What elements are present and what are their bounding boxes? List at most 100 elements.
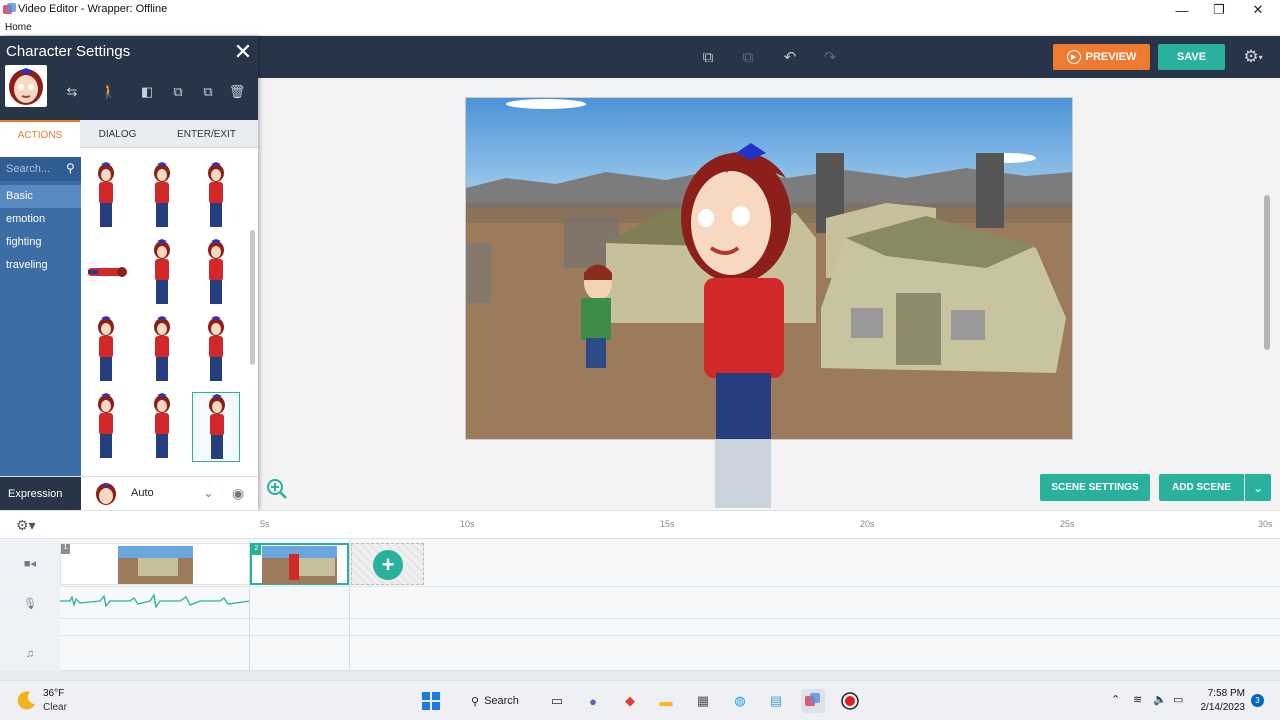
paste-icon[interactable]: ⧉ <box>198 82 218 102</box>
category-fighting[interactable]: fighting <box>0 231 81 254</box>
tab-dialog[interactable]: DIALOG <box>80 120 155 148</box>
tick-label: 5s <box>260 519 270 529</box>
clock-time[interactable]: 7:58 PM <box>1207 688 1245 699</box>
character-avatar[interactable] <box>5 65 47 107</box>
taskbar: 36°F Clear ⚲ Search ▭ ● ◆ ▬ ▦ ◍ ▤ ⌃ ≋ 🔈 … <box>0 680 1280 720</box>
delete-icon[interactable]: 🗑 <box>227 82 247 102</box>
pose-thumbnail[interactable] <box>192 161 240 231</box>
search-placeholder: Search... <box>6 163 51 175</box>
chat-icon[interactable]: ● <box>581 689 605 713</box>
category-basic[interactable]: Basic <box>0 185 81 208</box>
scene-settings-button[interactable]: SCENE SETTINGS <box>1040 474 1150 501</box>
scene-canvas <box>466 98 1072 439</box>
tab-enter-exit[interactable]: ENTER/EXIT <box>155 120 258 148</box>
app-icon[interactable]: ◆ <box>618 689 642 713</box>
tick-label: 30s <box>1258 519 1273 529</box>
pose-thumbnail[interactable] <box>138 238 186 308</box>
pose-thumbnail[interactable] <box>82 238 130 308</box>
scene-thumbnail <box>262 546 337 584</box>
scene-clip-2[interactable]: 2 <box>250 543 349 585</box>
chevron-up-icon[interactable]: ⌃ <box>1111 693 1120 706</box>
preview-button[interactable]: ▶ PREVIEW <box>1053 44 1150 70</box>
search-icon[interactable]: ⚲ <box>66 161 75 175</box>
panel-title: Character Settings <box>6 43 131 60</box>
redo-icon[interactable]: ↷ <box>819 46 841 68</box>
pose-thumbnail[interactable] <box>82 392 130 462</box>
timeline: ⚙▾ 5s 10s 15s 20s 25s 30s ■◂ 1 2 + 🎙 ♫ <box>0 510 1280 681</box>
stage-scrollbar[interactable] <box>1264 195 1270 350</box>
notification-badge[interactable]: 3 <box>1251 694 1264 707</box>
expression-select[interactable]: Auto <box>131 487 154 499</box>
paste-icon[interactable]: ⧉ <box>737 46 759 68</box>
weather-temperature: 36°F <box>43 688 65 699</box>
eye-icon[interactable]: ◉ <box>232 485 244 502</box>
scene-divider <box>249 540 250 671</box>
undo-icon[interactable]: ↶ <box>779 46 801 68</box>
search-icon: ⚲ <box>471 695 480 708</box>
menu-home[interactable]: Home <box>5 22 32 33</box>
tick-label: 20s <box>860 519 875 529</box>
pose-thumbnail[interactable] <box>192 315 240 385</box>
offstage-character-legs <box>715 440 771 508</box>
chevron-down-icon[interactable]: ⌄ <box>203 485 214 501</box>
panel-header: Character Settings ✕ ⇆ 🚶 ◧ ⧉ ⧉ 🗑 <box>0 36 258 120</box>
timeline-settings-icon[interactable]: ⚙▾ <box>16 517 36 534</box>
scene-stage[interactable] <box>465 97 1073 440</box>
category-sidebar: Search... ⚲ Basic emotion fighting trave… <box>0 157 81 510</box>
save-button[interactable]: SAVE <box>1158 44 1225 70</box>
minimize-icon[interactable]: — <box>1162 0 1202 20</box>
volume-icon[interactable]: 🔈 <box>1153 693 1167 706</box>
edge-browser-icon[interactable]: ◍ <box>728 689 752 713</box>
record-icon[interactable] <box>838 689 862 713</box>
add-scene-button[interactable]: ADD SCENE <box>1159 474 1244 501</box>
expression-face-icon <box>96 483 116 505</box>
pose-thumbnail[interactable] <box>138 392 186 462</box>
pose-thumbnail[interactable] <box>82 161 130 231</box>
swap-character-icon[interactable]: ⇆ <box>62 82 82 102</box>
copy-icon[interactable]: ⧉ <box>168 82 188 102</box>
moon-icon[interactable] <box>16 689 38 711</box>
pose-thumbnail[interactable] <box>82 315 130 385</box>
wifi-icon[interactable]: ≋ <box>1133 693 1142 706</box>
copy-icon[interactable]: ⧉ <box>697 46 719 68</box>
tick-label: 15s <box>660 519 675 529</box>
pose-thumbnail[interactable] <box>192 238 240 308</box>
scene-clip-1[interactable]: 1 <box>60 543 250 585</box>
audio-waveform[interactable] <box>60 593 250 609</box>
close-window-icon[interactable]: ✕ <box>1238 0 1278 20</box>
settings-gear-icon[interactable]: ⚙ ▾ <box>1236 46 1270 68</box>
music-track <box>0 619 1280 636</box>
flip-icon[interactable]: ◧ <box>137 82 157 102</box>
task-view-icon[interactable]: ▭ <box>545 689 569 713</box>
category-traveling[interactable]: traveling <box>0 254 81 277</box>
pose-scrollbar[interactable] <box>250 158 256 508</box>
clock-date[interactable]: 2/14/2023 <box>1197 702 1246 713</box>
category-emotion[interactable]: emotion <box>0 208 81 231</box>
scene-number: 2 <box>252 545 261 555</box>
panel-tabs: ACTIONS DIALOG ENTER/EXIT <box>0 120 258 148</box>
preview-label: PREVIEW <box>1085 51 1137 63</box>
video-editor-app-icon[interactable] <box>801 689 825 713</box>
search-label: Search <box>484 695 519 707</box>
taskbar-search-button[interactable]: ⚲ Search <box>459 689 529 713</box>
file-explorer-icon[interactable]: ▬ <box>654 689 678 713</box>
zoom-in-icon[interactable] <box>266 478 288 500</box>
tab-actions[interactable]: ACTIONS <box>0 120 80 148</box>
walk-motion-icon[interactable]: 🚶 <box>96 82 122 102</box>
add-scene-clip[interactable]: + <box>351 543 424 585</box>
plus-icon: + <box>373 550 403 580</box>
windows-start-icon[interactable] <box>419 689 443 713</box>
app-icon <box>3 3 16 14</box>
store-icon[interactable]: ▦ <box>691 689 715 713</box>
pose-thumbnail[interactable] <box>192 392 240 462</box>
pose-thumbnail[interactable] <box>138 315 186 385</box>
restore-icon[interactable]: ❐ <box>1199 0 1239 20</box>
search-input[interactable]: Search... ⚲ <box>0 157 81 181</box>
microphone-icon: 🎙 <box>0 587 60 619</box>
track-gutter <box>0 619 60 636</box>
battery-icon[interactable]: ▭ <box>1173 693 1183 706</box>
notepad-icon[interactable]: ▤ <box>764 689 788 713</box>
close-icon[interactable]: ✕ <box>232 39 254 64</box>
add-scene-dropdown-icon[interactable]: ⌄ <box>1245 474 1271 501</box>
pose-thumbnail[interactable] <box>138 161 186 231</box>
